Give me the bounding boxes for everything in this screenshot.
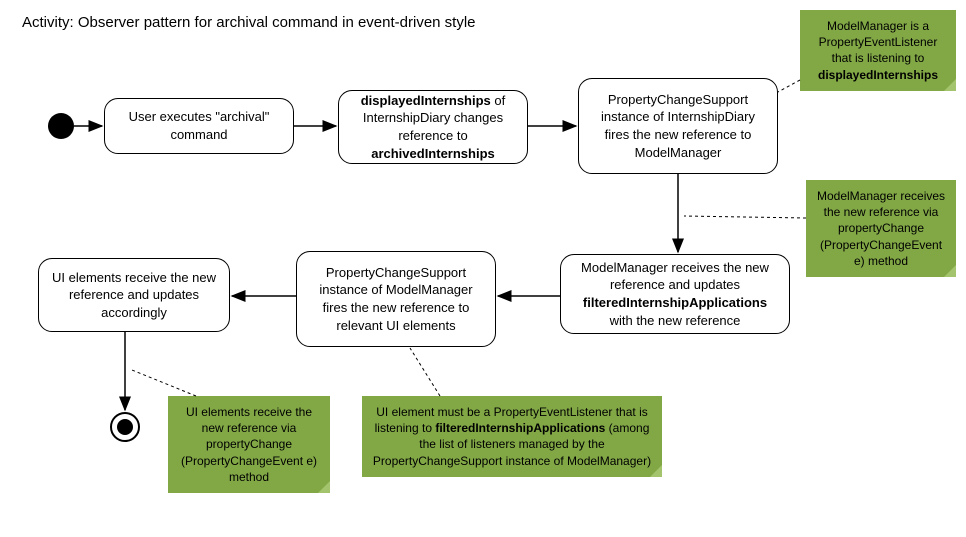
bold-text: displayedInternships bbox=[818, 68, 938, 82]
node-text: displayedInternships of InternshipDiary … bbox=[349, 92, 517, 162]
node-text: User executes "archival" command bbox=[115, 108, 283, 143]
node-displayed-internships: displayedInternships of InternshipDiary … bbox=[338, 90, 528, 164]
note-text: ModelManager receives the new reference … bbox=[817, 189, 945, 268]
diagram-title: Activity: Observer pattern for archival … bbox=[22, 14, 476, 31]
node-text: PropertyChangeSupport instance of Intern… bbox=[589, 91, 767, 161]
note-propertychange-1: ModelManager receives the new reference … bbox=[806, 180, 956, 277]
post-text: with the new reference bbox=[610, 313, 741, 328]
start-node bbox=[48, 113, 74, 139]
node-text: UI elements receive the new reference an… bbox=[49, 269, 219, 322]
note-text: UI elements receive the new reference vi… bbox=[181, 405, 317, 484]
node-user-executes: User executes "archival" command bbox=[104, 98, 294, 154]
node-pcs-diary: PropertyChangeSupport instance of Intern… bbox=[578, 78, 778, 174]
node-pcs-modelmanager: PropertyChangeSupport instance of ModelM… bbox=[296, 251, 496, 347]
note-ui-listener: UI element must be a PropertyEventListen… bbox=[362, 396, 662, 477]
bold-text: filteredInternshipApplications bbox=[583, 295, 767, 310]
pre-text: ModelManager receives the new reference … bbox=[581, 260, 769, 293]
node-ui-receives: UI elements receive the new reference an… bbox=[38, 258, 230, 332]
note-modelmanager-listener: ModelManager is a PropertyEventListener … bbox=[800, 10, 956, 91]
end-node bbox=[110, 412, 140, 442]
bold-text: displayedInternships bbox=[361, 93, 491, 108]
bold-text: filteredInternshipApplications bbox=[435, 421, 605, 435]
node-text: PropertyChangeSupport instance of ModelM… bbox=[307, 264, 485, 334]
note-propertychange-2: UI elements receive the new reference vi… bbox=[168, 396, 330, 493]
node-text: ModelManager receives the new reference … bbox=[571, 259, 779, 329]
note-text: ModelManager is a PropertyEventListener … bbox=[819, 19, 938, 65]
node-modelmanager-updates: ModelManager receives the new reference … bbox=[560, 254, 790, 334]
bold-text: archivedInternships bbox=[371, 146, 495, 161]
